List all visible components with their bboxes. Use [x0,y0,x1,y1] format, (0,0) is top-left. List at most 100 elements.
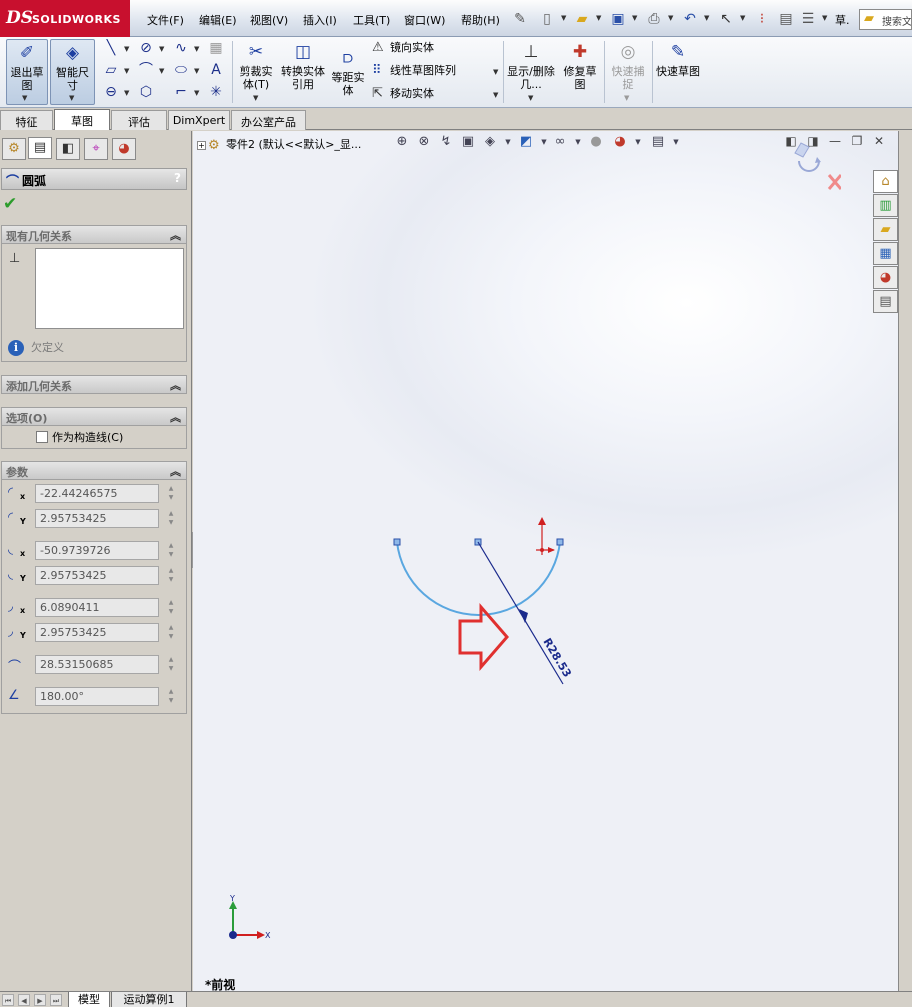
radius-field[interactable]: 28.53150685 [35,655,159,674]
angle-field[interactable]: 180.00° [35,687,159,706]
rectangle-icon[interactable]: ▱ [102,61,120,79]
help-icon[interactable]: ? [174,171,181,185]
menu-view[interactable]: 视图(V) [250,12,288,28]
menu-window[interactable]: 窗口(W) [404,12,445,28]
start-x-spinner[interactable]: ▲ ▼ [164,541,178,560]
first-tab-icon[interactable]: ⏮ [2,994,14,1006]
options-header[interactable]: 选项(O) ︽ [1,407,187,426]
trim-dropdown-icon[interactable]: ▼ [253,94,258,102]
start-y-field[interactable]: 2.95753425 [35,566,159,585]
linear-pattern-button[interactable]: ⠿ 线性草图阵列 [372,62,456,78]
print-icon[interactable]: ⎙ [644,9,664,29]
menu-help[interactable]: 帮助(H) [461,12,500,28]
more-label[interactable]: 草. [835,12,850,28]
collapse-chevron-icon[interactable]: ︽ [170,377,181,393]
options-icon[interactable]: ☰ [798,9,818,29]
spline-icon[interactable]: ∿ [172,39,190,57]
fillet-icon[interactable]: ⌐ [172,83,190,101]
center-y-field[interactable]: 2.95753425 [35,509,159,528]
tab-features[interactable]: 特征 [0,110,53,130]
save-dropdown-icon[interactable]: ▼ [632,14,637,22]
custom-properties-icon[interactable]: ▤ [873,290,898,313]
print-dropdown-icon[interactable]: ▼ [668,14,673,22]
relations-dropdown-icon[interactable]: ▼ [528,94,533,102]
linear-pattern-dropdown-icon[interactable]: ▼ [493,68,498,76]
undo-icon[interactable]: ↶ [680,9,700,29]
feature-manager-tab-icon[interactable]: ⚙ [2,138,26,160]
view-palette-icon[interactable]: ▦ [873,242,898,265]
existing-relations-list[interactable] [35,248,184,329]
mirror-entities-button[interactable]: ⚠ 镜向实体 [372,39,434,55]
ok-check-icon[interactable]: ✔ [3,194,17,214]
convert-entities-button[interactable]: ◫ 转换实体引用 [281,39,325,105]
start-x-field[interactable]: -50.9739726 [35,541,159,560]
menu-tools[interactable]: 工具(T) [353,12,390,28]
end-y-field[interactable]: 2.95753425 [35,623,159,642]
fillet-dropdown-icon[interactable]: ▼ [194,89,199,97]
construction-checkbox[interactable]: 作为构造线(C) [36,429,123,445]
menu-edit[interactable]: 编辑(E) [199,12,237,28]
new-document-icon[interactable]: ▯ [537,9,557,29]
next-tab-icon[interactable]: ▶ [34,994,46,1006]
graphics-area[interactable]: + ⚙ 零件2 (默认<<默认>_显... ⊕ ⊗ ↯ ▣ ◈ ▼ ◩ ▼ ∞ ▼ … [193,131,898,991]
collapse-chevron-icon[interactable]: ︽ [170,409,181,425]
parameters-header[interactable]: 参数 ︽ [1,461,187,480]
search-input[interactable]: ▰ 搜索文 [859,9,912,30]
tab-motion-study[interactable]: 运动算例1 [111,992,187,1007]
circle-icon[interactable]: ⊘ [137,39,155,57]
file-properties-icon[interactable]: ▤ [776,9,796,29]
rectangle-dropdown-icon[interactable]: ▼ [124,67,129,75]
radius-spinner[interactable]: ▲ ▼ [164,655,178,674]
arc-dropdown-icon[interactable]: ▼ [159,67,164,75]
line-dropdown-icon[interactable]: ▼ [124,45,129,53]
ellipse-dropdown-icon[interactable]: ▼ [194,67,199,75]
arc-icon[interactable]: ⌒ [137,61,155,79]
display-manager-tab-icon[interactable]: ◕ [112,138,136,160]
tab-office-products[interactable]: 办公室产品 [231,110,306,130]
tab-sketch[interactable]: 草图 [54,109,110,130]
smart-dimension-dropdown-icon[interactable]: ▼ [69,94,74,102]
options-dropdown-icon[interactable]: ▼ [822,14,827,22]
pin-icon[interactable]: ✎ [510,9,530,29]
move-entities-button[interactable]: ⇱ 移动实体 [372,85,434,101]
configuration-manager-tab-icon[interactable]: ◧ [56,138,80,160]
rebuild-traffic-light-icon[interactable]: ⁝ [752,9,772,29]
arc-end-point[interactable] [556,538,564,546]
circle-dropdown-icon[interactable]: ▼ [159,45,164,53]
appearances-scenes-icon[interactable]: ◕ [873,266,898,289]
existing-relations-header[interactable]: 现有几何关系 ︽ [1,225,187,244]
quick-snaps-dropdown-icon[interactable]: ▼ [624,94,629,102]
property-manager-tab-icon[interactable]: ▤ [28,137,52,159]
solidworks-resources-icon[interactable]: ⌂ [873,170,898,193]
move-entities-dropdown-icon[interactable]: ▼ [493,91,498,99]
new-dropdown-icon[interactable]: ▼ [561,14,566,22]
dimxpert-manager-tab-icon[interactable]: ⌖ [84,138,108,160]
previous-tab-icon[interactable]: ◀ [18,994,30,1006]
tab-evaluate[interactable]: 评估 [111,110,167,130]
tab-model[interactable]: 模型 [68,992,110,1007]
rapid-sketch-button[interactable]: ✎ 快速草图 [656,39,700,105]
open-folder-icon[interactable]: ▰ [572,9,592,29]
file-explorer-icon[interactable]: ▰ [873,218,898,241]
tab-dimxpert[interactable]: DimXpert [168,110,230,130]
end-x-spinner[interactable]: ▲ ▼ [164,598,178,617]
exit-sketch-dropdown-icon[interactable]: ▼ [22,94,27,102]
slot-dropdown-icon[interactable]: ▼ [124,89,129,97]
sketch-arc[interactable] [396,541,561,616]
design-library-icon[interactable]: ▥ [873,194,898,217]
radius-dimension-leader[interactable] [477,541,564,685]
undo-dropdown-icon[interactable]: ▼ [704,14,709,22]
open-dropdown-icon[interactable]: ▼ [596,14,601,22]
collapse-chevron-icon[interactable]: ︽ [170,227,181,243]
collapse-chevron-icon[interactable]: ︽ [170,463,181,479]
offset-entities-button[interactable]: ⫐ 等距实体 [328,39,368,105]
center-x-spinner[interactable]: ▲ ▼ [164,484,178,503]
slot-icon[interactable]: ⊖ [102,83,120,101]
repair-sketch-button[interactable]: ✚ 修复草图 [559,39,601,105]
point-icon[interactable]: ✳ [207,83,225,101]
polygon-icon[interactable]: ⬡ [137,83,155,101]
end-x-field[interactable]: 6.0890411 [35,598,159,617]
save-icon[interactable]: ▣ [608,9,628,29]
spline-dropdown-icon[interactable]: ▼ [194,45,199,53]
add-relations-header[interactable]: 添加几何关系 ︽ [1,375,187,394]
